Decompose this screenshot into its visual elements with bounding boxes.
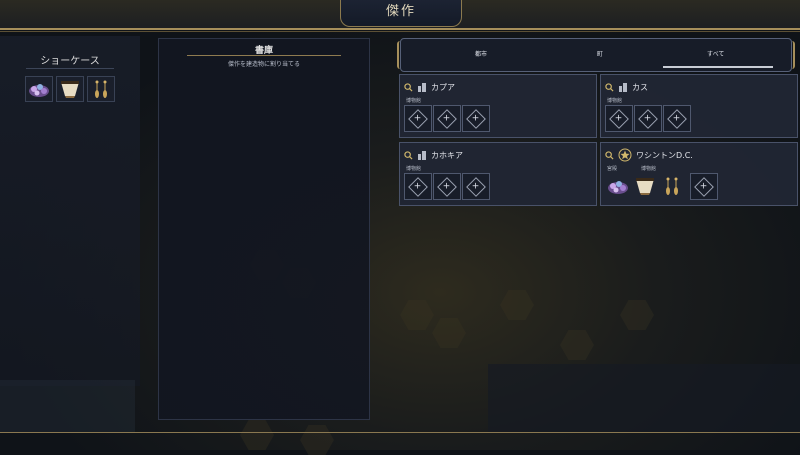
magnify-icon[interactable] bbox=[404, 82, 413, 92]
tabs-bracket-right bbox=[785, 41, 795, 69]
city-name: カプア bbox=[431, 82, 455, 92]
add-icon: + bbox=[437, 108, 457, 129]
unit-hud bbox=[488, 364, 800, 432]
empty-slot[interactable]: + bbox=[433, 105, 461, 132]
city-card-header: カホキア bbox=[404, 148, 463, 162]
map-tile bbox=[300, 425, 334, 455]
city-card[interactable]: カス 博物館 + + + bbox=[600, 74, 798, 138]
empty-slot[interactable]: + bbox=[404, 173, 432, 200]
slot-row: + bbox=[605, 173, 718, 200]
building-label-palace: 宮殿 bbox=[607, 166, 618, 172]
add-icon: + bbox=[667, 108, 687, 129]
magnify-icon[interactable] bbox=[605, 82, 614, 92]
city-name: ワシントンD.C. bbox=[636, 150, 693, 160]
empty-slot[interactable]: + bbox=[462, 173, 490, 200]
minimap-hud bbox=[0, 380, 135, 432]
showcase-slot-earrings[interactable] bbox=[87, 76, 115, 102]
slot-row: + + + bbox=[404, 173, 490, 200]
tab-city[interactable]: 都市 bbox=[475, 49, 487, 58]
city-name: カホキア bbox=[431, 150, 463, 160]
add-icon: + bbox=[466, 108, 486, 129]
tab-selected-indicator bbox=[663, 66, 773, 68]
city-building-icon bbox=[418, 83, 426, 92]
showcase-slot-cup[interactable] bbox=[56, 76, 84, 102]
map-tile bbox=[500, 290, 534, 320]
header-divider-thin bbox=[0, 31, 800, 32]
gems-icon bbox=[29, 84, 49, 97]
city-building-icon bbox=[418, 151, 426, 160]
tab-town[interactable]: 町 bbox=[597, 49, 603, 58]
city-name: カス bbox=[632, 82, 648, 92]
empty-slot[interactable]: + bbox=[433, 173, 461, 200]
city-card-header: カス bbox=[605, 80, 648, 94]
empty-slot[interactable]: + bbox=[605, 105, 633, 132]
library-divider bbox=[187, 55, 341, 56]
library-subtitle: 傑作を建造物に割り当てる bbox=[227, 61, 300, 68]
window-header: 傑作 bbox=[0, 0, 800, 30]
header-divider bbox=[0, 28, 800, 30]
library-header: 書庫 傑作を建造物に割り当てる bbox=[159, 39, 369, 69]
map-tile bbox=[620, 300, 654, 330]
tab-all[interactable]: すべて bbox=[707, 49, 724, 58]
city-card-header: カプア bbox=[404, 80, 455, 94]
map-tile bbox=[560, 330, 594, 360]
map-tile bbox=[432, 318, 466, 348]
city-card[interactable]: ワシントンD.C. 宮殿 博物館 + bbox=[600, 142, 798, 206]
magnify-icon[interactable] bbox=[605, 150, 614, 160]
earrings-icon bbox=[95, 80, 107, 98]
add-icon: + bbox=[437, 176, 457, 197]
library-panel: 書庫 傑作を建造物に割り当てる bbox=[158, 38, 370, 420]
cup-icon bbox=[61, 81, 79, 98]
empty-slot[interactable]: + bbox=[690, 173, 718, 200]
add-icon: + bbox=[466, 176, 486, 197]
capital-star-icon bbox=[618, 148, 632, 162]
map-tile bbox=[400, 300, 434, 330]
add-icon: + bbox=[408, 108, 428, 129]
magnify-icon[interactable] bbox=[404, 150, 413, 160]
add-icon: + bbox=[694, 176, 714, 197]
filled-slot[interactable] bbox=[605, 173, 631, 198]
footer-divider bbox=[0, 432, 800, 433]
add-icon: + bbox=[638, 108, 658, 129]
empty-slot[interactable]: + bbox=[462, 105, 490, 132]
building-label-museum: 博物館 bbox=[641, 166, 657, 172]
building-label: 博物館 bbox=[406, 166, 422, 172]
empty-slot[interactable]: + bbox=[663, 105, 691, 132]
city-building-icon bbox=[619, 83, 627, 92]
showcase-panel: ショーケース bbox=[0, 36, 140, 386]
building-label: 博物館 bbox=[607, 98, 623, 104]
add-icon: + bbox=[609, 108, 629, 129]
city-card-header: ワシントンD.C. bbox=[605, 148, 693, 162]
map-tile bbox=[240, 420, 274, 450]
cup-icon bbox=[636, 177, 654, 195]
showcase-title: ショーケース bbox=[40, 56, 100, 67]
gems-icon bbox=[608, 180, 628, 194]
page-title: 傑作 bbox=[385, 4, 416, 19]
empty-slot[interactable]: + bbox=[404, 105, 432, 132]
title-plate: 傑作 bbox=[340, 0, 462, 27]
building-label: 博物館 bbox=[406, 98, 422, 104]
filter-tabs: 都市 町 すべて bbox=[397, 38, 795, 72]
showcase-items bbox=[25, 76, 115, 102]
filled-slot[interactable] bbox=[632, 173, 658, 198]
earrings-icon bbox=[666, 177, 678, 195]
slot-row: + + + bbox=[605, 105, 691, 132]
showcase-slot-gems[interactable] bbox=[25, 76, 53, 102]
slot-row: + + + bbox=[404, 105, 490, 132]
empty-slot[interactable]: + bbox=[634, 105, 662, 132]
add-icon: + bbox=[408, 176, 428, 197]
showcase-divider bbox=[26, 68, 114, 69]
city-card[interactable]: カプア 博物館 + + + bbox=[399, 74, 597, 138]
tabs-bracket-left bbox=[397, 41, 407, 69]
filled-slot[interactable] bbox=[659, 173, 685, 198]
city-card[interactable]: カホキア 博物館 + + + bbox=[399, 142, 597, 206]
